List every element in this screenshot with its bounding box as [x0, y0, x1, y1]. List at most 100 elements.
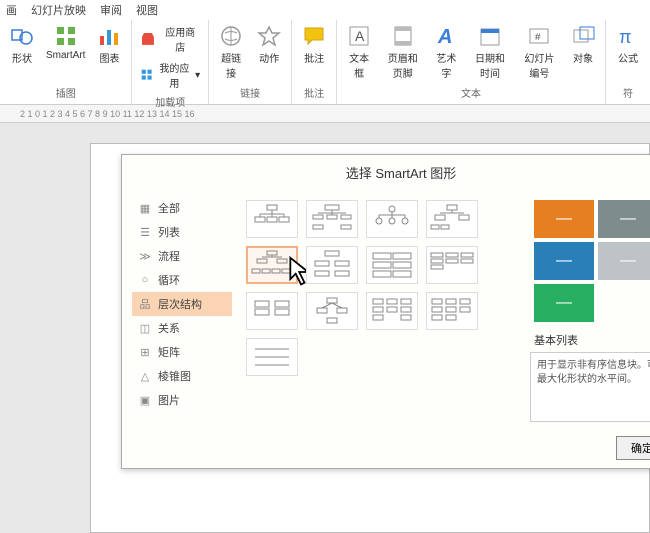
myapps-button[interactable]: 我的应用 ▾ — [136, 58, 204, 92]
thumb-org6[interactable] — [306, 246, 358, 284]
relationship-icon: ◫ — [138, 321, 152, 335]
menu-item[interactable]: 画 — [6, 2, 17, 18]
menubar: 画 幻灯片放映 审阅 视图 — [0, 0, 650, 20]
equation-icon: π — [616, 24, 640, 48]
preview-swatch: — — [598, 200, 650, 238]
ribbon-group-text: A 文本框 页眉和页脚 A 艺术字 日期和时间 # 幻灯片编号 对象 — [337, 20, 606, 104]
ribbon: 形状 SmartArt 图表 插图 应用商店 我的应用 ▾ — [0, 20, 650, 105]
myapps-icon — [140, 67, 153, 83]
cycle-icon: ○ — [138, 273, 152, 287]
preview-swatch: — — [534, 242, 594, 280]
cat-relationship[interactable]: ◫关系 — [132, 316, 232, 340]
group-label: 链接 — [240, 83, 260, 102]
thumb-org7[interactable] — [366, 246, 418, 284]
preview-swatch: — — [534, 284, 594, 322]
smartart-dialog: 选择 SmartArt 图形 ▦全部 ☰列表 ≫流程 ○循环 品层次结构 ◫关系… — [121, 154, 650, 469]
group-label: 批注 — [304, 83, 324, 102]
all-icon: ▦ — [138, 201, 152, 215]
equation-button[interactable]: π 公式 — [610, 22, 646, 67]
headerfooter-icon — [391, 24, 415, 48]
preview-box: — — — — — — [530, 196, 650, 326]
picture-icon: ▣ — [138, 393, 152, 407]
thumb-org10[interactable] — [306, 292, 358, 330]
smartart-icon — [54, 24, 78, 48]
preview-swatch: — — [534, 200, 594, 238]
thumb-org3[interactable] — [366, 200, 418, 238]
datetime-icon — [478, 24, 502, 48]
hyperlink-button[interactable]: 超链接 — [213, 22, 249, 82]
ribbon-group-illustrations: 形状 SmartArt 图表 插图 — [0, 20, 132, 104]
dialog-title: 选择 SmartArt 图形 — [122, 155, 650, 190]
comment-button[interactable]: 批注 — [296, 22, 332, 67]
cat-cycle[interactable]: ○循环 — [132, 268, 232, 292]
preview-description: 用于显示非有序信息块。可最大化形状的水平间。 — [530, 352, 650, 422]
chart-icon — [97, 24, 121, 48]
ok-button[interactable]: 确定 — [616, 436, 650, 460]
headerfooter-button[interactable]: 页眉和页脚 — [379, 22, 426, 82]
thumb-org9[interactable] — [246, 292, 298, 330]
category-list: ▦全部 ☰列表 ≫流程 ○循环 品层次结构 ◫关系 ⊞矩阵 △棱锥图 ▣图片 — [132, 196, 232, 422]
ribbon-group-symbols: π 公式 符 — [606, 20, 650, 104]
textbox-icon: A — [347, 24, 371, 48]
group-label: 文本 — [461, 83, 481, 102]
smartart-button[interactable]: SmartArt — [42, 22, 89, 63]
thumb-org2[interactable] — [306, 200, 358, 238]
cat-picture[interactable]: ▣图片 — [132, 388, 232, 412]
object-button[interactable]: 对象 — [565, 22, 601, 67]
slidenum-button[interactable]: # 幻灯片编号 — [516, 22, 563, 82]
slidenum-icon: # — [527, 24, 551, 48]
cat-matrix[interactable]: ⊞矩阵 — [132, 340, 232, 364]
slide-canvas[interactable]: 选择 SmartArt 图形 ▦全部 ☰列表 ≫流程 ○循环 品层次结构 ◫关系… — [90, 143, 650, 533]
list-icon: ☰ — [138, 225, 152, 239]
process-icon: ≫ — [138, 249, 152, 263]
dialog-footer: 确定 — [122, 428, 650, 468]
matrix-icon: ⊞ — [138, 345, 152, 359]
ribbon-group-addins: 应用商店 我的应用 ▾ 加载项 — [132, 20, 209, 104]
textbox-button[interactable]: A 文本框 — [341, 22, 377, 82]
store-button[interactable]: 应用商店 — [136, 22, 204, 56]
pyramid-icon: △ — [138, 369, 152, 383]
menu-item[interactable]: 幻灯片放映 — [31, 2, 86, 18]
cat-hierarchy[interactable]: 品层次结构 — [132, 292, 232, 316]
wordart-button[interactable]: A 艺术字 — [428, 22, 464, 82]
group-label: 符 — [623, 83, 633, 102]
thumb-org5[interactable] — [246, 246, 298, 284]
group-label: 插图 — [56, 83, 76, 102]
preview-swatch: — — [598, 242, 650, 280]
comment-icon — [302, 24, 326, 48]
thumb-org8[interactable] — [426, 246, 478, 284]
thumb-org1[interactable] — [246, 200, 298, 238]
svg-text:#: # — [535, 32, 541, 43]
thumb-org13[interactable] — [246, 338, 298, 376]
object-icon — [571, 24, 595, 48]
svg-text:π: π — [619, 27, 631, 47]
thumb-org11[interactable] — [366, 292, 418, 330]
cat-list[interactable]: ☰列表 — [132, 220, 232, 244]
menu-item[interactable]: 审阅 — [100, 2, 122, 18]
preview-title: 基本列表 — [534, 332, 650, 348]
datetime-button[interactable]: 日期和时间 — [466, 22, 513, 82]
action-icon — [257, 24, 281, 48]
workspace: 选择 SmartArt 图形 ▦全部 ☰列表 ≫流程 ○循环 品层次结构 ◫关系… — [0, 123, 650, 533]
thumb-org4[interactable] — [426, 200, 478, 238]
shapes-icon — [10, 24, 34, 48]
action-button[interactable]: 动作 — [251, 22, 287, 67]
thumb-org12[interactable] — [426, 292, 478, 330]
store-icon — [140, 31, 156, 47]
ribbon-group-comments: 批注 批注 — [292, 20, 337, 104]
wordart-icon: A — [434, 24, 458, 48]
menu-item[interactable]: 视图 — [136, 2, 158, 18]
smartart-gallery — [242, 196, 520, 422]
hierarchy-icon: 品 — [138, 297, 152, 311]
horizontal-ruler: 2 1 0 1 2 3 4 5 6 7 8 9 10 11 12 13 14 1… — [0, 105, 650, 123]
ribbon-group-links: 超链接 动作 链接 — [209, 20, 292, 104]
cat-pyramid[interactable]: △棱锥图 — [132, 364, 232, 388]
chart-button[interactable]: 图表 — [91, 22, 127, 67]
cat-all[interactable]: ▦全部 — [132, 196, 232, 220]
link-icon — [219, 24, 243, 48]
svg-text:A: A — [355, 28, 365, 44]
cat-process[interactable]: ≫流程 — [132, 244, 232, 268]
shape-button[interactable]: 形状 — [4, 22, 40, 67]
preview-pane: — — — — — 基本列表 用于显示非有序信息块。可最大化形状的水平间。 — [530, 196, 650, 422]
svg-text:A: A — [437, 26, 452, 48]
